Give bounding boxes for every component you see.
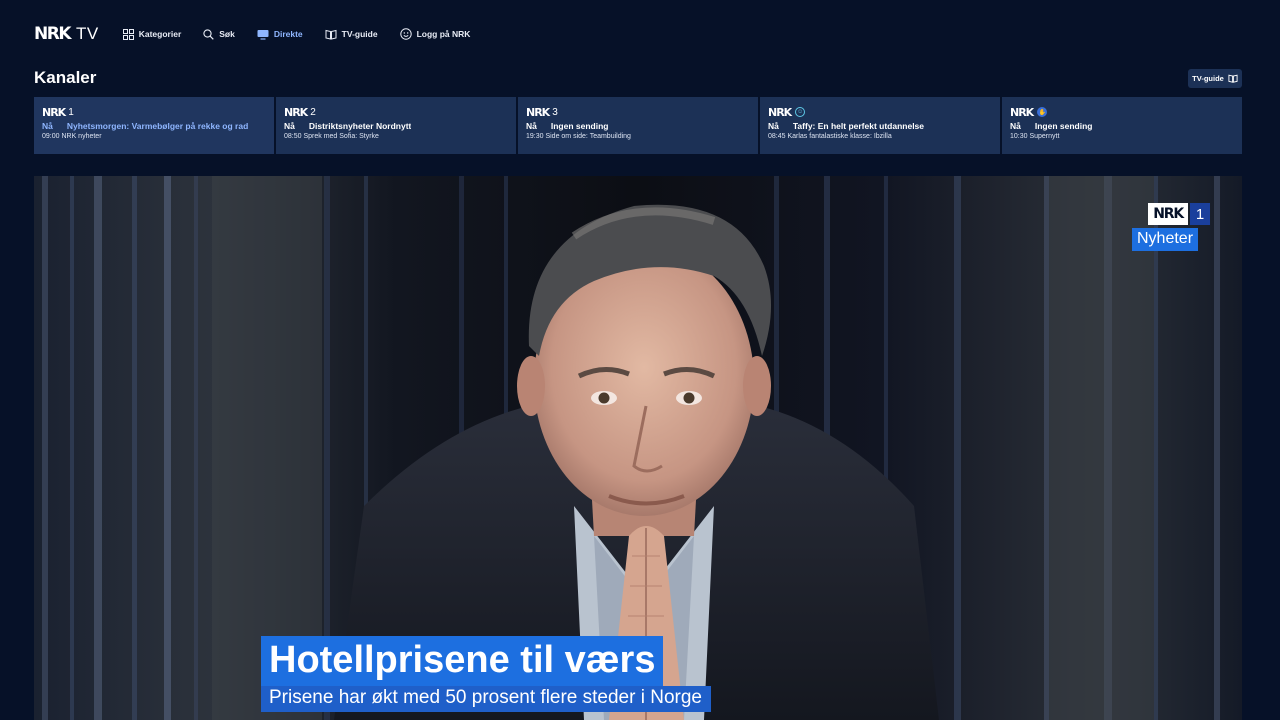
video-player[interactable]: NRK 1 Nyheter Hotellprisene til værs Pri… [34,176,1242,720]
channel-card-nrk1[interactable]: NRK 1 Nå Nyhetsmorgen: Varmebølger på re… [34,97,274,154]
nav-logg-pa-label: Logg på NRK [416,29,471,39]
channel-card-nrk2[interactable]: NRK 2 Nå Distriktsnyheter Nordnytt 08:50… [276,97,516,154]
nrk-logo-mark: NRK [34,23,72,44]
channel-logo: NRK 3 [526,105,750,119]
tv-logo-text: TV [76,24,99,43]
user-icon [399,28,412,40]
tv-guide-button[interactable]: TV-guide [1188,69,1242,88]
channel-number: 2 [310,106,316,118]
next-program: 10:30 Supernytt [1010,133,1060,140]
nav-direkte-label: Direkte [273,29,303,39]
next-program: 08:50 Sprek med Sofia: Styrke [284,133,379,140]
now-title: Ingen sending [550,121,609,131]
channel-card-nrk3[interactable]: NRK 3 Nå Ingen sending 19:30 Side om sid… [518,97,758,154]
lower-third: Hotellprisene til værs Prisene har økt m… [261,636,711,712]
channel-number: 1 [68,106,74,118]
channel-logo: NRK ☺ [768,105,992,119]
channel-card-nrk-tegnspraak[interactable]: NRK ✋ Nå Ingen sending 10:30 Supernytt [1002,97,1242,154]
nav-sok-label: Søk [219,29,235,39]
search-icon [203,28,214,40]
now-prefix: Nå [1010,121,1021,131]
news-subline: Prisene har økt med 50 prosent flere ste… [261,685,711,712]
nrk-logo-mark: NRK [42,105,66,119]
now-playing: Nå Taffy: En helt perfekt utdannelse [768,121,992,131]
channel-bug-number: 1 [1190,203,1210,225]
nrk-logo-mark: NRK [1010,105,1034,119]
nav-direkte[interactable]: Direkte [257,29,303,40]
nav-tv-guide-label: TV-guide [341,29,378,39]
channel-bug-label: Nyheter [1132,228,1199,251]
channel-logo: NRK ✋ [1010,105,1234,119]
now-playing: Nå Nyhetsmorgen: Varmebølger på rekke og… [42,121,266,131]
sign-language-badge-icon: ✋ [1037,107,1048,117]
now-title: Nyhetsmorgen: Varmebølger på rekke og ra… [66,121,249,131]
nrk-tv-logo[interactable]: NRK TV [34,24,99,44]
live-tv-icon [257,29,269,40]
nav-kategorier-label: Kategorier [138,29,182,39]
nrk-logo-mark: NRK [526,105,550,119]
nav-sok[interactable]: Søk [203,28,235,40]
tv-guide-button-label: TV-guide [1192,74,1224,83]
now-prefix: Nå [42,121,53,131]
book-icon [325,29,337,40]
super-badge-icon: ☺ [795,107,806,117]
channel-card-nrk-super[interactable]: NRK ☺ Nå Taffy: En helt perfekt utdannel… [760,97,1000,154]
page-title: Kanaler [34,68,97,87]
now-title: Distriktsnyheter Nordnytt [308,121,412,131]
nav-tv-guide[interactable]: TV-guide [325,29,378,40]
nrk-logo-mark: NRK [284,105,308,119]
nav-kategorier[interactable]: Kategorier [122,28,182,40]
grid-icon [122,28,134,40]
next-program: 08:45 Karlas fantalastiske klasse: Ibzil… [768,133,892,140]
channel-bug-top: NRK 1 [1132,203,1210,225]
now-playing: Nå Distriktsnyheter Nordnytt [284,121,508,131]
nrk-logo-mark: NRK [768,105,792,119]
top-navigation: NRK TV Kategorier Søk Direkte TV-guide L… [34,22,492,46]
news-headline: Hotellprisene til værs [261,636,664,686]
now-prefix: Nå [768,121,779,131]
channel-logo: NRK 2 [284,105,508,119]
channel-list: NRK 1 Nå Nyhetsmorgen: Varmebølger på re… [34,97,1242,154]
book-icon [1228,74,1238,83]
next-program: 19:30 Side om side: Teambuilding [526,133,631,140]
channel-number: 3 [552,106,558,118]
now-playing: Nå Ingen sending [526,121,750,131]
now-title: Taffy: En helt perfekt utdannelse [792,121,925,131]
channel-bug: NRK 1 Nyheter [1132,203,1210,251]
next-program: 09:00 NRK nyheter [42,133,102,140]
channel-logo: NRK 1 [42,105,266,119]
now-title: Ingen sending [1034,121,1093,131]
now-prefix: Nå [284,121,295,131]
channel-bug-mark: NRK [1148,203,1188,225]
now-prefix: Nå [526,121,537,131]
nav-logg-pa[interactable]: Logg på NRK [399,28,471,40]
now-playing: Nå Ingen sending [1010,121,1234,131]
